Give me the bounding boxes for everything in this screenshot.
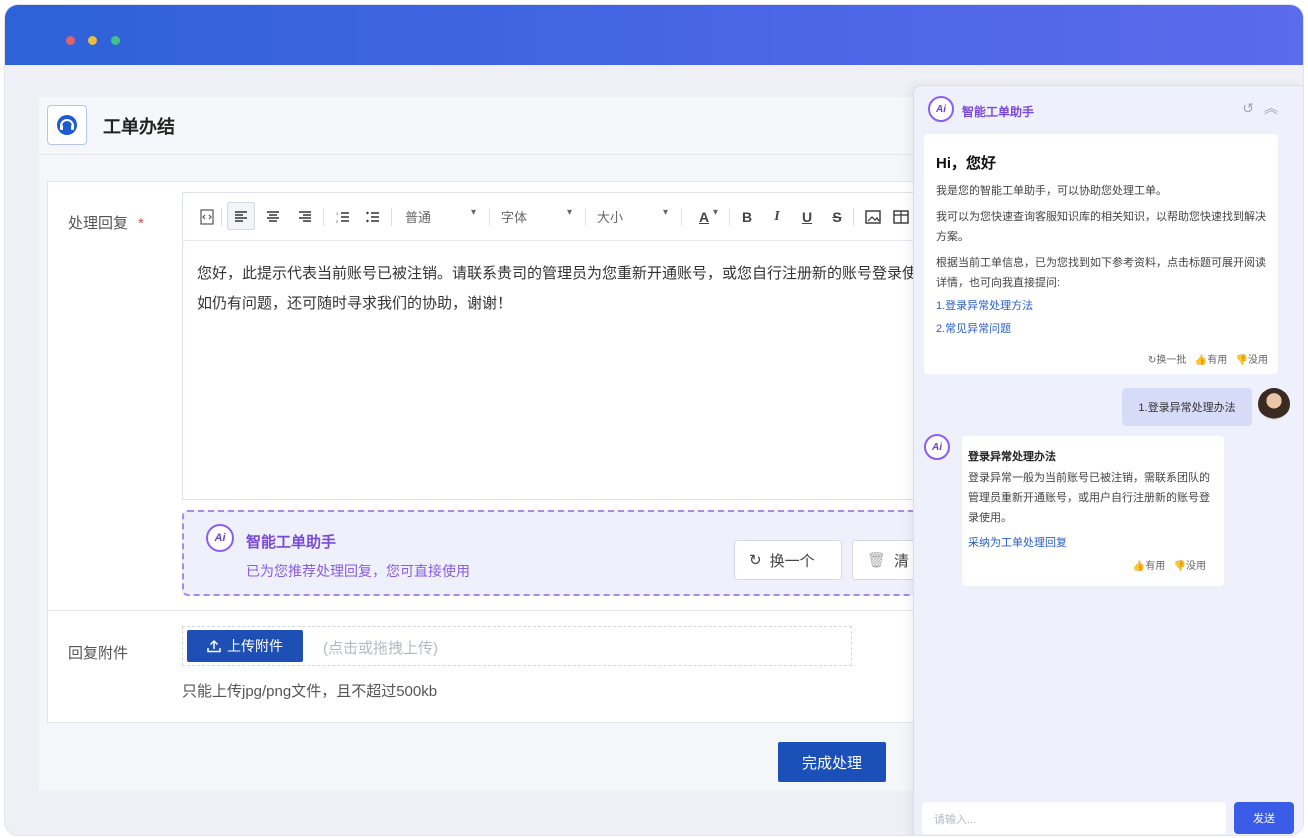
reply-label: 处理回复 * bbox=[68, 212, 144, 233]
refresh-batch-button[interactable]: ↻换一批 bbox=[1148, 355, 1186, 366]
assistant-title: 智能工单助手 bbox=[962, 105, 1035, 119]
title-bar bbox=[5, 5, 1303, 65]
underline-icon[interactable]: U bbox=[799, 207, 815, 227]
greeting-line1: 我是您的智能工单助手，可以协助您处理工单。 bbox=[936, 185, 1167, 197]
upload-dropzone[interactable]: 上传附件 (点击或拖拽上传) bbox=[182, 626, 852, 666]
window-minimize-dot[interactable] bbox=[88, 36, 97, 45]
chat-input[interactable]: 请输入... bbox=[922, 802, 1226, 834]
font-caret-icon: ▾ bbox=[567, 207, 573, 218]
useless-button[interactable]: 👎没用 bbox=[1236, 355, 1268, 366]
section-divider bbox=[48, 610, 918, 611]
upload-note: 只能上传jpg/png文件，且不超过500kb bbox=[182, 683, 438, 700]
attachment-label: 回复附件 bbox=[68, 645, 129, 662]
answer-useless-button[interactable]: 👎没用 bbox=[1174, 561, 1206, 572]
useful-label: 有用 bbox=[1207, 355, 1228, 366]
font-color-caret-icon: ▾ bbox=[713, 207, 719, 218]
italic-icon[interactable]: I bbox=[769, 207, 785, 227]
form-card: 处理回复 * 1 2 普通 ▾ 字体 ▾ 大小 ▾ A ▾ B I U S 您好… bbox=[47, 181, 920, 723]
clear-suggestion-label: 清 bbox=[894, 552, 910, 570]
refresh-batch-label: 换一批 bbox=[1156, 355, 1187, 366]
answer-useless-label: 没用 bbox=[1186, 561, 1206, 572]
answer-useful-button[interactable]: 👍有用 bbox=[1133, 561, 1165, 572]
bullet-list-icon[interactable] bbox=[363, 207, 383, 227]
adopt-reply-link[interactable]: 采纳为工单处理回复 bbox=[968, 532, 1218, 555]
reply-label-text: 处理回复 bbox=[68, 215, 129, 232]
reply-content[interactable]: 您好，此提示代表当前账号已被注销。请联系贵司的管理员为您重新开通账号，或您自行注… bbox=[197, 259, 919, 319]
useful-button[interactable]: 👍有用 bbox=[1195, 355, 1227, 366]
app-window: 工单办结 处理回复 * 1 2 普通 ▾ 字体 ▾ 大小 ▾ A ▾ B I U… bbox=[4, 4, 1304, 836]
rich-text-editor[interactable]: 12 普通 ▾ 字体 ▾ 大小 ▾ A ▾ B I U S 您好，此提示代表当前… bbox=[182, 192, 920, 500]
answer-card: 登录异常处理办法 登录异常一般为当前账号已被注销，需联系团队的管理员重新开通账号… bbox=[962, 436, 1224, 586]
assistant-logo-icon: Ai bbox=[928, 96, 954, 122]
refresh-icon: ↻ bbox=[749, 552, 762, 569]
assistant-panel: Ai 智能工单助手 ↺︽ Hi，您好 我是您的智能工单助手，可以协助您处理工单。… bbox=[913, 85, 1303, 835]
table-icon[interactable] bbox=[891, 207, 911, 227]
svg-text:1: 1 bbox=[336, 211, 339, 216]
bold-icon[interactable]: B bbox=[739, 207, 755, 227]
svg-text:2: 2 bbox=[336, 219, 339, 223]
ordered-list-icon[interactable]: 12 bbox=[333, 207, 353, 227]
size-select[interactable]: 大小 bbox=[597, 207, 623, 226]
image-icon[interactable] bbox=[863, 207, 883, 227]
window-maximize-dot[interactable] bbox=[111, 36, 120, 45]
answer-feedback: 👍有用 👎没用 bbox=[1133, 557, 1206, 572]
useless-label: 没用 bbox=[1248, 355, 1268, 366]
answer-title: 登录异常处理办法 bbox=[968, 451, 1056, 463]
trash-icon: 🗑 bbox=[867, 552, 887, 569]
ai-logo-icon: Ai bbox=[206, 524, 234, 552]
reference-link-1[interactable]: 1.登录异常处理方法 bbox=[936, 295, 1266, 318]
font-select[interactable]: 字体 bbox=[501, 207, 527, 226]
finish-button[interactable]: 完成处理 bbox=[778, 742, 886, 782]
greeting-line2: 我可以为您快速查询客服知识库的相关知识，以帮助您快速找到解决方案。 bbox=[936, 211, 1266, 243]
reset-icon[interactable]: ↺ bbox=[1242, 100, 1264, 116]
font-color-icon[interactable]: A bbox=[693, 207, 715, 227]
ai-suggestion-subtitle: 已为您推荐处理回复，您可直接使用 bbox=[246, 563, 470, 579]
align-center-icon[interactable] bbox=[263, 207, 283, 227]
panel-actions: ↺︽ bbox=[1242, 98, 1288, 118]
user-avatar bbox=[1258, 388, 1290, 420]
user-message: 1.登录异常处理办法 bbox=[1122, 388, 1252, 426]
window-close-dot[interactable] bbox=[66, 36, 75, 45]
upload-hint: (点击或拖拽上传) bbox=[323, 640, 438, 657]
answer-useful-label: 有用 bbox=[1145, 561, 1166, 572]
ai-suggestion-title: 智能工单助手 bbox=[246, 534, 337, 551]
assistant-answer-logo-icon: Ai bbox=[924, 434, 950, 460]
source-code-icon[interactable] bbox=[197, 207, 217, 227]
strikethrough-icon[interactable]: S bbox=[829, 207, 845, 227]
send-button[interactable]: 发送 bbox=[1234, 802, 1294, 834]
paragraph-select[interactable]: 普通 bbox=[405, 207, 431, 226]
page-header: 工单办结 bbox=[39, 97, 919, 155]
reference-link-2[interactable]: 2.常见异常问题 bbox=[936, 318, 1266, 341]
greeting-heading: Hi，您好 bbox=[936, 155, 997, 172]
upload-button-label: 上传附件 bbox=[227, 638, 283, 654]
editor-toolbar: 12 普通 ▾ 字体 ▾ 大小 ▾ A ▾ B I U S bbox=[183, 193, 919, 241]
collapse-icon[interactable]: ︽ bbox=[1264, 100, 1288, 116]
align-right-icon[interactable] bbox=[295, 207, 315, 227]
align-left-icon[interactable] bbox=[231, 207, 251, 227]
greeting-line3: 根据当前工单信息，已为您找到如下参考资料，点击标题可展开阅读详情，也可向我直接提… bbox=[936, 257, 1266, 289]
ai-suggestion-box: Ai 智能工单助手 已为您推荐处理回复，您可直接使用 ↻ 换一个 🗑 清 bbox=[182, 510, 920, 596]
paragraph-caret-icon: ▾ bbox=[471, 207, 477, 218]
clear-suggestion-button[interactable]: 🗑 清 bbox=[852, 540, 918, 580]
upload-icon bbox=[207, 639, 221, 653]
greeting-feedback: ↻换一批 👍有用 👎没用 bbox=[1148, 351, 1268, 366]
page-title: 工单办结 bbox=[103, 117, 175, 137]
answer-body: 登录异常一般为当前账号已被注销，需联系团队的管理员重新开通账号，或用户自行注册新… bbox=[968, 472, 1210, 524]
main-content: 工单办结 处理回复 * 1 2 普通 ▾ 字体 ▾ 大小 ▾ A ▾ B I U… bbox=[39, 97, 920, 791]
change-suggestion-button[interactable]: ↻ 换一个 bbox=[734, 540, 842, 580]
required-mark: * bbox=[138, 215, 144, 232]
headset-icon bbox=[47, 105, 87, 145]
change-suggestion-label: 换一个 bbox=[769, 552, 815, 570]
greeting-card: Hi，您好 我是您的智能工单助手，可以协助您处理工单。 我可以为您快速查询客服知… bbox=[924, 134, 1278, 374]
size-caret-icon: ▾ bbox=[663, 207, 669, 218]
upload-button[interactable]: 上传附件 bbox=[187, 630, 303, 662]
